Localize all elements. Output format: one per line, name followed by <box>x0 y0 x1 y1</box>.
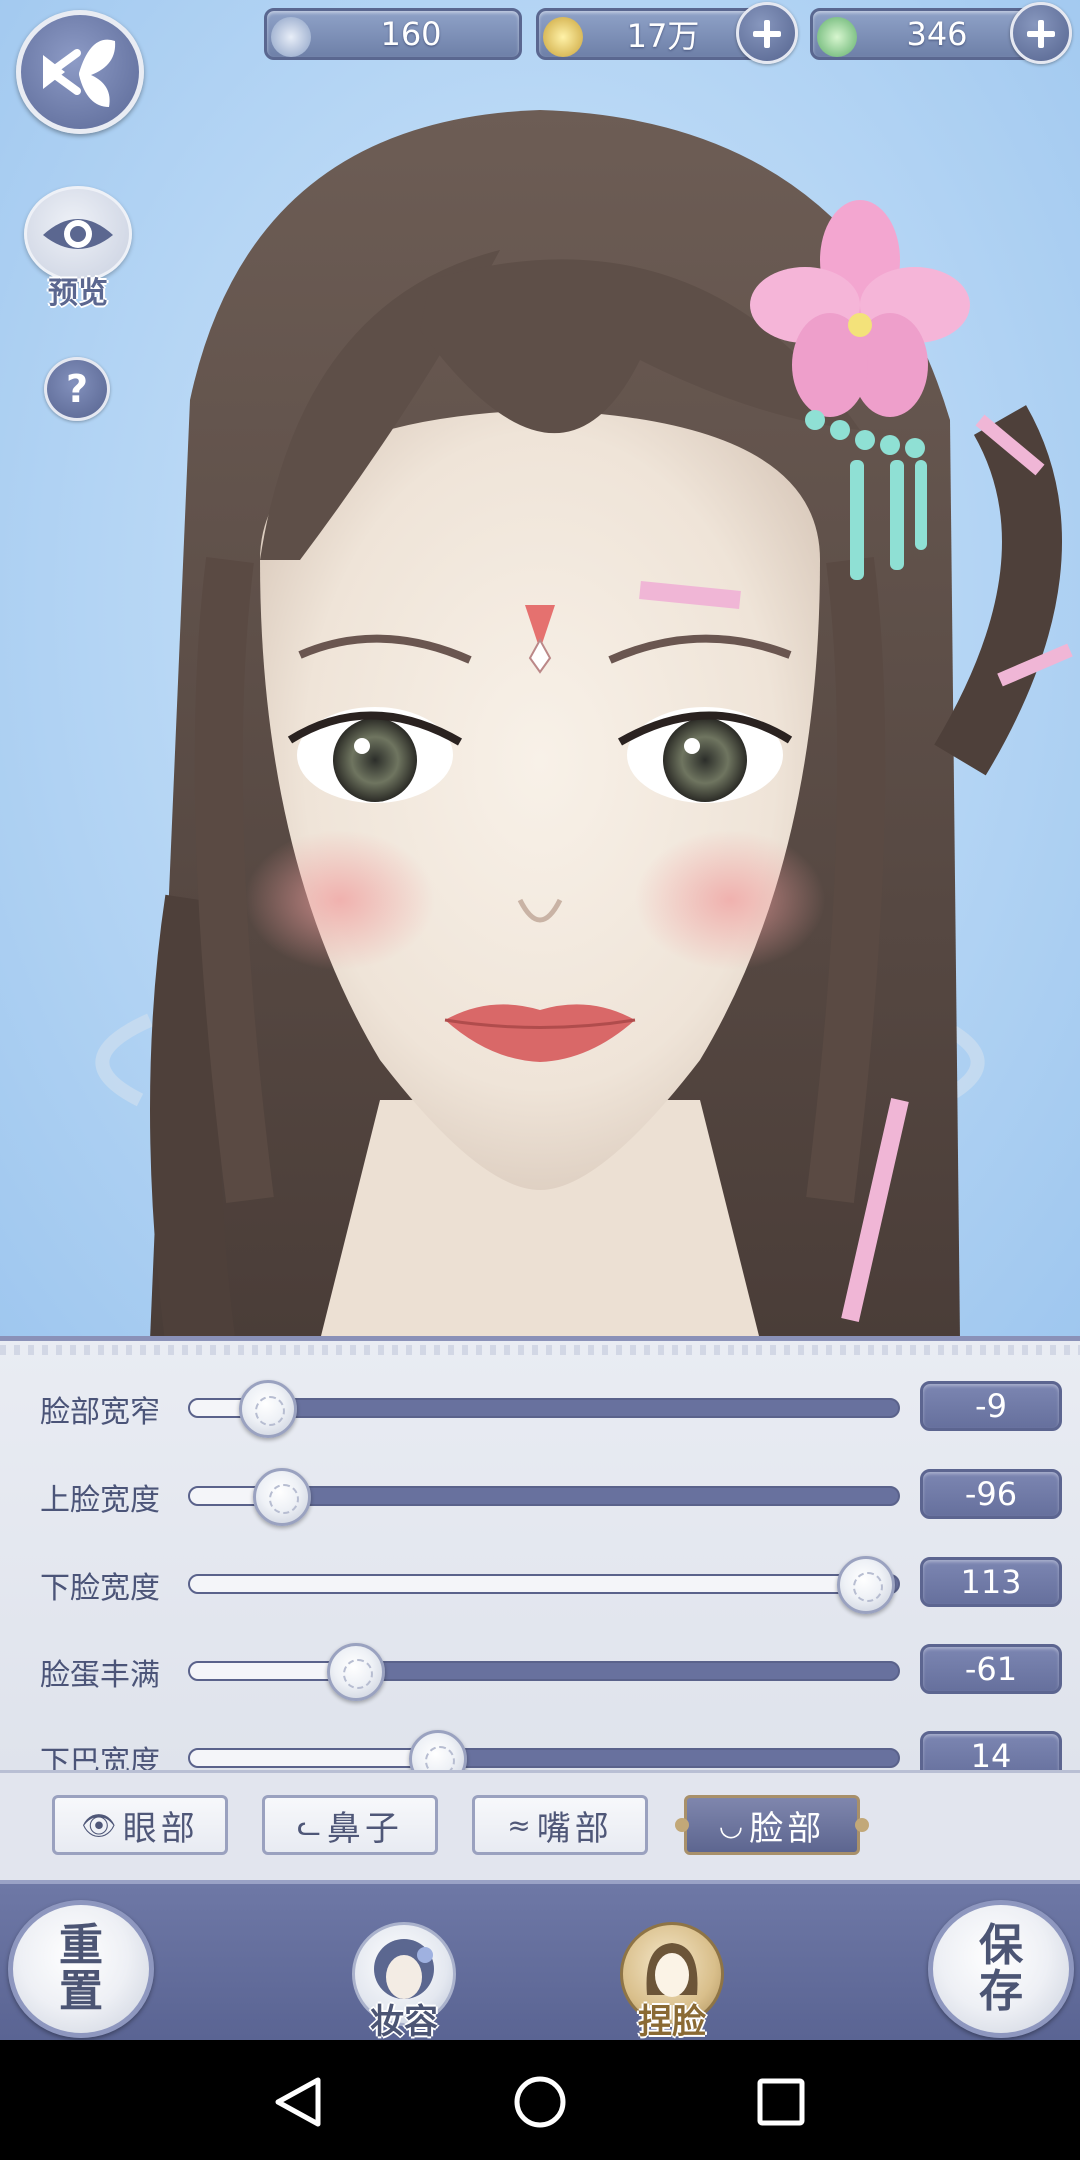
slider-handle[interactable] <box>253 1468 312 1526</box>
help-button[interactable]: ? <box>44 357 110 421</box>
slider-value-box[interactable]: 113 <box>920 1557 1062 1607</box>
home-circle-icon[interactable] <box>514 2076 566 2128</box>
jade-leaf-icon <box>817 17 857 57</box>
slider-value-box[interactable]: -61 <box>920 1644 1062 1694</box>
system-navigation-bar <box>0 2040 1080 2160</box>
face-sculpt-label: 捏脸 <box>638 2002 706 2042</box>
character-portrait <box>95 110 1073 1340</box>
silver-coin-icon <box>271 17 311 57</box>
tab-eyes-label: 眼部 <box>122 1808 199 1849</box>
slider-value-box[interactable]: -9 <box>920 1381 1062 1431</box>
slider-track[interactable] <box>188 1380 900 1438</box>
eye-icon: 👁 <box>81 1808 117 1842</box>
tab-mouth-label: 嘴部 <box>536 1808 613 1849</box>
eye-icon <box>43 219 113 249</box>
tab-nose-label: 鼻子 <box>326 1808 403 1849</box>
save-label-line2: 存 <box>979 1966 1023 2017</box>
slider-label: 脸部宽窄 <box>40 1395 160 1430</box>
tab-face-label: 脸部 <box>749 1808 826 1849</box>
character-viewport[interactable]: 160 17万 346 预览 ? <box>0 0 1080 1340</box>
makeup-label: 妆容 <box>370 2002 438 2042</box>
tab-nose[interactable]: ᓚ 鼻子 <box>262 1795 438 1855</box>
add-gold-button[interactable] <box>736 2 798 64</box>
slider-row: 下巴宽度 14 <box>0 1725 1080 1770</box>
slider-panel[interactable]: 脸部宽窄 -9 上脸宽度 -96 下脸宽度 113 脸蛋丰满 -61 下巴宽度 14 <box>0 1336 1080 1770</box>
reset-label-line1: 重 <box>59 1920 103 1971</box>
face-icon: ◡ <box>718 1808 744 1842</box>
add-jade-button[interactable] <box>1010 2 1072 64</box>
nose-icon: ᓚ <box>297 1808 321 1842</box>
back-button[interactable] <box>16 10 144 134</box>
reset-button[interactable]: 重 置 <box>8 1900 154 2038</box>
preview-button[interactable]: 预览 <box>24 186 132 311</box>
tab-face[interactable]: ◡ 脸部 <box>675 1795 869 1855</box>
tab-mouth[interactable]: ≈ 嘴部 <box>472 1795 648 1855</box>
currency-gold-value: 17万 <box>626 17 700 55</box>
slider-track[interactable] <box>188 1730 900 1770</box>
reset-label-line2: 置 <box>59 1966 103 2017</box>
slider-fill <box>190 1576 867 1592</box>
slider-row: 脸蛋丰满 -61 <box>0 1638 1080 1704</box>
lips-icon: ≈ <box>507 1808 531 1842</box>
gold-coin-icon <box>543 17 583 57</box>
slider-fill <box>190 1750 438 1766</box>
slider-label: 上脸宽度 <box>40 1483 160 1518</box>
slider-label: 下脸宽度 <box>40 1571 160 1606</box>
preview-label: 预览 <box>48 276 108 311</box>
slider-label: 脸蛋丰满 <box>40 1658 160 1693</box>
slider-value-box[interactable]: 14 <box>920 1731 1062 1770</box>
back-triangle-icon[interactable] <box>275 2077 321 2127</box>
save-button[interactable]: 保 存 <box>928 1900 1074 2038</box>
slider-track[interactable] <box>188 1556 900 1614</box>
slider-handle[interactable] <box>408 1730 467 1770</box>
slider-handle[interactable] <box>327 1643 386 1701</box>
slider-handle[interactable] <box>238 1380 297 1438</box>
butterfly-back-icon <box>43 39 116 107</box>
slider-row: 上脸宽度 -96 <box>0 1463 1080 1529</box>
slider-handle[interactable] <box>837 1556 896 1614</box>
slider-track[interactable] <box>188 1643 900 1701</box>
slider-track[interactable] <box>188 1468 900 1526</box>
slider-value-box[interactable]: -96 <box>920 1469 1062 1519</box>
slider-label: 下巴宽度 <box>40 1745 160 1770</box>
category-tab-bar: 👁 眼部 ᓚ 鼻子 ≈ 嘴部 ◡ 脸部 <box>0 1770 1080 1880</box>
slider-row: 下脸宽度 113 <box>0 1551 1080 1617</box>
tab-eyes[interactable]: 👁 眼部 <box>52 1795 228 1855</box>
system-nav-icons <box>275 2076 805 2128</box>
save-label-line1: 保 <box>979 1920 1023 1971</box>
currency-jade-value: 346 <box>906 15 968 53</box>
recents-square-icon[interactable] <box>757 2078 805 2126</box>
currency-gold: 17万 <box>536 8 766 60</box>
currency-silver: 160 <box>264 8 522 60</box>
currency-silver-value: 160 <box>380 15 442 53</box>
slider-row: 脸部宽窄 -9 <box>0 1375 1080 1441</box>
bottom-action-bar: 重 置 妆容 捏脸 保 存 <box>0 1880 1080 2042</box>
